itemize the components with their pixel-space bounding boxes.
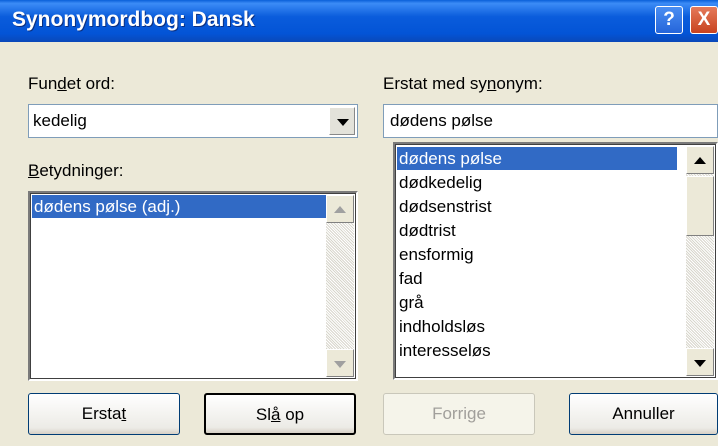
synonym-item[interactable]: grå [397,291,424,314]
meanings-label: Betydninger: [28,161,124,180]
synonyms-scrollbar[interactable] [686,146,714,376]
scroll-down-button[interactable] [686,348,714,376]
synonym-item[interactable]: ensformig [397,243,474,266]
replace-input-value: dødens pølse [390,111,493,130]
chevron-up-icon [334,206,346,213]
scroll-thumb[interactable] [686,176,714,236]
chevron-down-icon [334,361,346,368]
synonym-item[interactable]: dødkedelig [397,171,482,194]
replace-input[interactable]: dødens pølse [383,104,718,138]
lookup-button[interactable]: Slå op [204,393,356,435]
synonym-item[interactable]: dødsenstrist [397,195,492,218]
close-icon[interactable]: X [690,6,718,34]
found-word-label: Fundet ord: [28,74,115,93]
chevron-down-icon [337,119,349,126]
replace-label: Erstat med synonym: [383,74,543,93]
chevron-down-icon [694,360,706,367]
meanings-scrollbar[interactable] [326,195,354,377]
meanings-listbox[interactable]: dødens pølse (adj.) [28,191,358,381]
previous-button[interactable]: Forrige [383,393,535,435]
window-title: Synonymordbog: Dansk [12,8,255,31]
synonyms-listbox[interactable]: dødens pølse dødkedelig dødsenstrist død… [393,142,718,380]
scroll-down-button[interactable] [326,349,354,377]
synonym-item[interactable]: dødens pølse [397,147,677,170]
found-word-value: kedelig [33,111,87,130]
found-word-combobox[interactable]: kedelig [28,104,358,138]
scroll-up-button[interactable] [326,195,354,223]
chevron-up-icon [694,157,706,164]
title-bar[interactable]: Synonymordbog: Dansk ? X [0,0,718,42]
synonym-item[interactable]: fad [397,267,423,290]
replace-button[interactable]: Erstat [28,393,180,435]
cancel-button[interactable]: Annuller [569,393,718,435]
found-word-dropdown-button[interactable] [329,107,355,135]
help-icon[interactable]: ? [655,6,683,34]
meanings-item[interactable]: dødens pølse (adj.) [32,195,326,218]
synonym-item[interactable]: dødtrist [397,219,456,242]
synonym-item[interactable]: indholdsløs [397,315,485,338]
synonym-item[interactable]: interesseløs [397,339,491,362]
scroll-up-button[interactable] [686,146,714,174]
